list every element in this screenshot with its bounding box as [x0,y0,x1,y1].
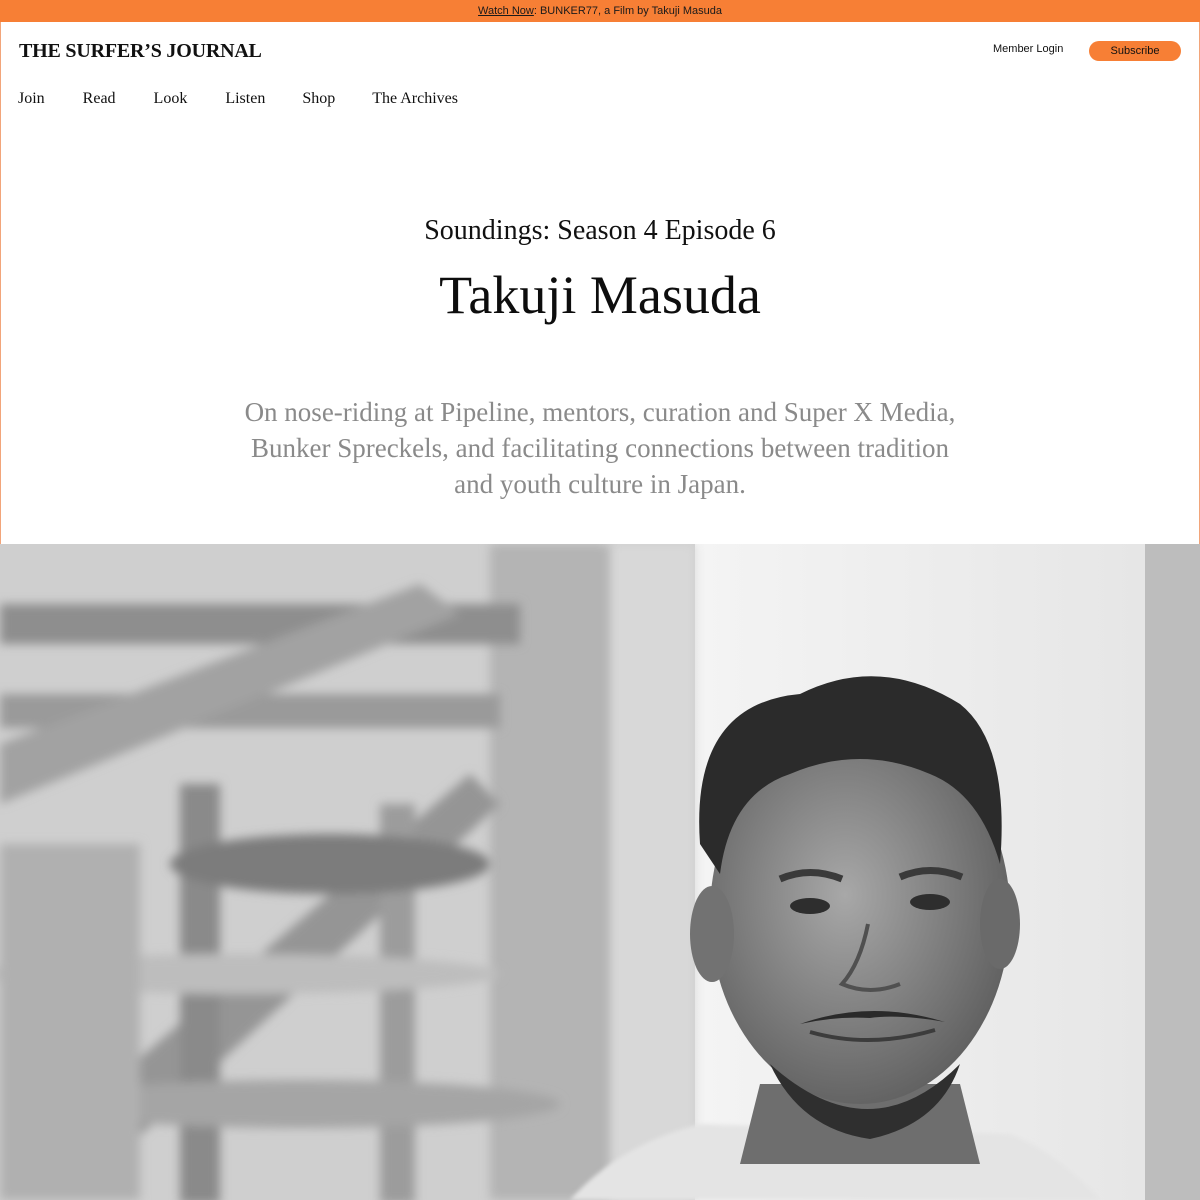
article-dek: On nose-riding at Pipeline, mentors, cur… [244,397,956,499]
promo-text: : BUNKER77, a Film by Takuji Masuda [533,5,722,17]
subscribe-button[interactable]: Subscribe [1089,41,1181,61]
article-kicker: Soundings: Season 4 Episode 6 [424,215,776,246]
portrait-photo-illustration [0,544,1200,1200]
nav-item-look[interactable]: Look [154,90,188,108]
site-logo[interactable]: THE SURFER’S JOURNAL [19,40,262,63]
promo-banner: Watch Now : BUNKER77, a Film by Takuji M… [0,0,1200,22]
member-login-link[interactable]: Member Login [993,43,1063,55]
nav-item-shop[interactable]: Shop [302,90,335,108]
nav-item-listen[interactable]: Listen [225,90,265,108]
nav-item-read[interactable]: Read [83,90,116,108]
watch-now-link[interactable]: Watch Now [478,5,534,17]
nav-item-archives[interactable]: The Archives [372,90,458,108]
main-nav: Join Read Look Listen Shop The Archives [18,90,458,108]
article-title: Takuji Masuda [439,265,761,325]
nav-item-join[interactable]: Join [18,90,45,108]
hero-photo [0,544,1200,1200]
